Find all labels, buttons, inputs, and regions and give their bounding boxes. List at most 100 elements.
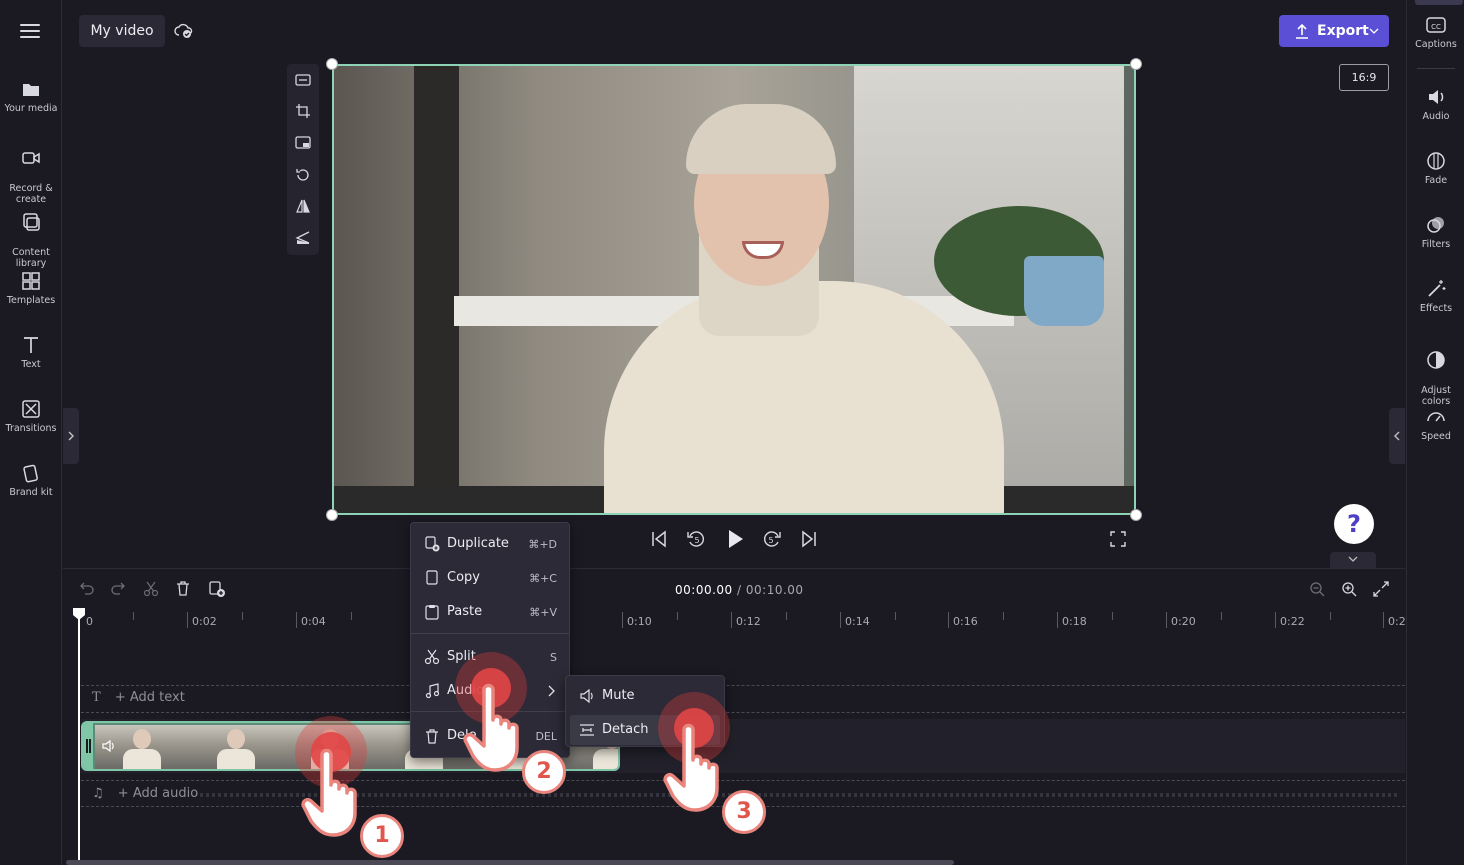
picture-in-picture-icon[interactable]	[295, 135, 311, 151]
ruler-tick	[1383, 612, 1384, 628]
fit-timeline-icon[interactable]	[1373, 581, 1389, 597]
undo-icon[interactable]	[80, 581, 94, 595]
resize-handle-bottom-right[interactable]	[1130, 509, 1142, 521]
nav-record-create[interactable]: Record & create	[0, 136, 62, 205]
nav-effects[interactable]: Effects	[1407, 278, 1464, 314]
ruler-label: 0:10	[627, 615, 652, 628]
playhead-handle[interactable]	[72, 607, 86, 621]
nav-label: Adjust colors	[1421, 385, 1451, 407]
ruler-minor-tick	[677, 612, 678, 620]
fit-icon[interactable]	[295, 72, 311, 88]
scissors-icon[interactable]	[143, 581, 159, 597]
ruler-tick	[948, 612, 949, 628]
redo-icon[interactable]	[111, 581, 125, 595]
svg-text:5: 5	[768, 536, 773, 545]
flip-horizontal-icon[interactable]	[295, 198, 311, 214]
nav-your-media[interactable]: Your media	[0, 78, 62, 114]
ruler-label: 0:2	[1388, 615, 1406, 628]
chevron-right-icon	[68, 431, 75, 441]
nav-content-library[interactable]: Content library	[0, 200, 62, 269]
track-divider	[81, 685, 1405, 686]
resize-handle-bottom-left[interactable]	[326, 509, 338, 521]
resize-handle-top-right[interactable]	[1130, 58, 1142, 70]
right-sidebar: CC Captions Audio Fade Filters Effects A…	[1406, 0, 1464, 865]
ruler-minor-tick	[895, 612, 896, 620]
flip-vertical-icon[interactable]	[295, 230, 311, 246]
playhead-line	[78, 614, 80, 865]
speaker-icon	[580, 688, 593, 704]
clip-thumbnail	[189, 725, 283, 769]
submenu-item-label: Detach	[602, 722, 649, 737]
ruler-minor-tick	[1330, 612, 1331, 620]
door-frame	[414, 66, 459, 513]
audio-waveform-placeholder	[200, 793, 1400, 797]
menu-item-duplicate[interactable]: Duplicate ⌘+D	[411, 529, 569, 559]
nav-label: Brand kit	[9, 487, 53, 498]
ruler-label: 0:04	[301, 615, 326, 628]
menu-item-shortcut: ⌘+V	[529, 606, 557, 619]
add-audio-track[interactable]: ♫ + Add audio	[92, 786, 198, 801]
active-indicator	[1415, 0, 1463, 5]
nav-brand-kit[interactable]: Brand kit	[0, 462, 62, 498]
hamburger-menu-icon[interactable]	[20, 24, 40, 38]
nav-label: Speed	[1421, 431, 1451, 442]
ruler-minor-tick	[351, 612, 352, 620]
video-preview[interactable]	[332, 64, 1136, 515]
crop-icon[interactable]	[295, 103, 311, 119]
resize-handle-top-left[interactable]	[326, 58, 338, 70]
step-badge: 2	[522, 750, 566, 794]
skip-to-start-icon[interactable]	[650, 530, 668, 548]
export-label: Export	[1317, 23, 1369, 39]
nav-templates[interactable]: Templates	[0, 270, 62, 306]
templates-icon	[22, 272, 40, 290]
clip-audio-icon	[102, 739, 114, 753]
nav-transitions[interactable]: Transitions	[0, 398, 62, 434]
music-note-icon: ♫	[92, 786, 104, 801]
clip-trim-handle-left[interactable]	[83, 723, 93, 769]
menu-divider	[411, 633, 569, 634]
track-divider	[81, 780, 1405, 781]
scissors-icon	[424, 649, 440, 665]
upload-icon	[1296, 23, 1308, 39]
project-title-field[interactable]: My video	[79, 15, 165, 47]
nav-adjust-colors[interactable]: Adjust colors	[1407, 338, 1464, 407]
nav-speed[interactable]: Speed	[1407, 406, 1464, 442]
nav-label: Transitions	[5, 423, 57, 434]
rewind-5-seconds-icon[interactable]: 5	[685, 528, 707, 550]
duplicate-icon[interactable]	[208, 580, 226, 598]
nav-filters[interactable]: Filters	[1407, 214, 1464, 250]
collapse-timeline-button[interactable]	[1330, 552, 1376, 568]
time-readout: 00:00.00 / 00:10.00	[675, 583, 804, 597]
add-text-label: + Add text	[114, 690, 185, 705]
ruler-tick	[1275, 612, 1276, 628]
chevron-right-icon	[548, 685, 555, 697]
aspect-ratio-button[interactable]: 16:9	[1339, 64, 1389, 91]
rotate-icon[interactable]	[295, 167, 311, 183]
zoom-in-icon[interactable]	[1341, 581, 1357, 597]
ruler-label: 0:20	[1171, 615, 1196, 628]
forward-5-seconds-icon[interactable]: 5	[761, 528, 783, 550]
nav-label: Effects	[1419, 303, 1453, 314]
zoom-out-icon[interactable]	[1309, 581, 1325, 597]
export-button[interactable]: Export	[1279, 15, 1389, 47]
expand-left-panel-button[interactable]	[63, 408, 79, 464]
expand-right-panel-button[interactable]	[1389, 408, 1405, 464]
play-icon[interactable]	[724, 528, 746, 550]
nav-text[interactable]: Text	[0, 334, 62, 370]
nav-fade[interactable]: Fade	[1407, 150, 1464, 186]
ruler-tick	[622, 612, 623, 628]
nav-captions[interactable]: CC Captions	[1407, 14, 1464, 50]
nav-label: Text	[21, 359, 41, 370]
trash-icon[interactable]	[175, 580, 191, 596]
ruler-minor-tick	[133, 612, 134, 620]
fullscreen-icon[interactable]	[1110, 531, 1126, 547]
menu-item-copy[interactable]: Copy ⌘+C	[411, 563, 569, 593]
add-text-track[interactable]: T + Add text	[92, 690, 185, 705]
nav-audio[interactable]: Audio	[1407, 86, 1464, 122]
menu-item-paste[interactable]: Paste ⌘+V	[411, 597, 569, 627]
help-button[interactable]: ?	[1334, 504, 1374, 544]
skip-to-end-icon[interactable]	[800, 530, 818, 548]
timeline-scrollbar[interactable]	[66, 860, 954, 865]
menu-item-label: Duplicate	[447, 536, 509, 551]
menu-item-shortcut: ⌘+D	[528, 538, 557, 551]
